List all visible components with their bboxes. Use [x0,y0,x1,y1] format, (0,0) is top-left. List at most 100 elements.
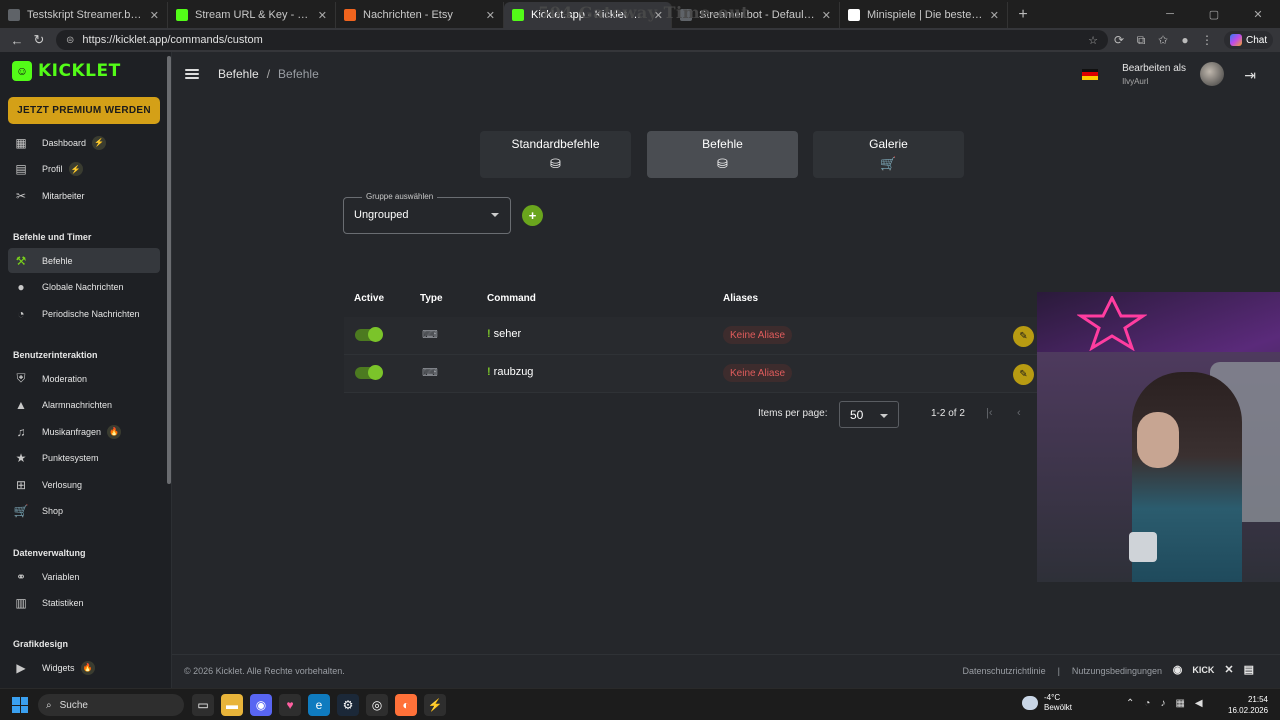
back-icon[interactable]: ← [6,29,28,51]
username: IlvyAurl [1122,76,1149,86]
browser-tab[interactable]: Minispiele | Die beste Software zur ✕ [840,2,1008,28]
logout-icon[interactable]: ⇥ [1244,67,1256,84]
close-tab-icon[interactable]: ✕ [150,9,159,22]
extensions-icon[interactable]: ⧉ [1130,30,1152,50]
sidebar-item-label: Variablen [42,571,80,582]
clock[interactable]: 21:54 16.02.2026 [1228,694,1268,716]
close-tab-icon[interactable]: ✕ [318,9,327,22]
windows-start-icon[interactable] [12,697,28,713]
active-toggle[interactable] [355,365,383,380]
tab-befehle[interactable]: Befehle ⛁ [647,131,798,178]
sidebar-item-dashboard[interactable]: ▦ Dashboard ⚡ [8,130,160,155]
sidebar-badge: 🔥 [107,424,122,439]
volume-icon[interactable]: ◀ [1195,698,1203,709]
group-select[interactable]: Gruppe auswählen Ungrouped [343,192,511,234]
sidebar-item-musikanfragen[interactable]: ♫ Musikanfragen 🔥 [8,419,160,444]
breadcrumb-root[interactable]: Befehle [218,67,259,81]
sidebar-item-label: Befehle [42,255,73,266]
cart-icon: 🛒 [880,156,897,171]
chevron-up-icon[interactable]: ⌃ [1126,698,1134,709]
premium-button[interactable]: JETZT PREMIUM WERDEN [8,97,160,124]
table-row[interactable]: ⌨ ! raubzug Keine Aliase ✎ [344,355,1038,393]
maximize-icon[interactable]: ▢ [1192,0,1236,28]
bookmark-star-icon[interactable]: ☆ [1088,34,1098,47]
close-window-icon[interactable]: ✕ [1236,0,1280,28]
discord-app-icon[interactable]: ◉ [250,694,272,716]
sidebar-item-verlosung[interactable]: ⊞ Verlosung [8,472,160,497]
privacy-link[interactable]: Datenschutzrichtlinie [963,666,1046,676]
favicon-icon [176,9,188,21]
browser-tab-title: Nachrichten - Etsy [363,9,453,21]
sidebar-item-globale-nachrichten[interactable]: ● Globale Nachrichten [8,275,160,300]
refresh-extension-icon[interactable]: ⟳ [1108,30,1130,50]
firefox-icon[interactable]: ◐ [395,694,417,716]
close-tab-icon[interactable]: ✕ [822,9,831,22]
network-icon[interactable]: ▦ [1175,698,1184,709]
table-row[interactable]: ⌨ ! seher Keine Aliase ✎ [344,317,1038,355]
sidebar-item-label: Widgets [42,662,75,673]
database-icon: ⛁ [717,156,728,171]
sidebar-item-profil[interactable]: ▤ Profil ⚡ [8,157,160,182]
sidebar-item-punktesystem[interactable]: ★ Punktesystem [8,446,160,471]
taskbar-search[interactable]: ⌕ Suche [38,694,184,716]
tray-app-icon[interactable]: ◔ [1144,698,1150,709]
sidebar-item-mitarbeiter[interactable]: ✂ Mitarbeiter [8,183,160,208]
menu-icon[interactable]: ⋮ [1196,30,1218,50]
obs-icon[interactable]: ◎ [366,694,388,716]
x-icon[interactable]: ✕ [1224,663,1233,677]
weather-widget[interactable]: -4°C Bewölkt [1022,693,1072,713]
sidebar-scrollbar[interactable] [167,56,171,484]
favorites-icon[interactable]: ✩ [1152,30,1174,50]
tab-galerie[interactable]: Galerie 🛒 [813,131,964,178]
reload-icon[interactable]: ↻ [28,29,50,51]
edit-icon[interactable]: ✎ [1013,326,1034,347]
task-view-icon[interactable]: ▭ [192,694,214,716]
sidebar-item-alarmnachrichten[interactable]: ▲ Alarmnachrichten [8,393,160,418]
sidebar-item-shop[interactable]: 🛒 Shop [8,499,160,524]
active-toggle[interactable] [355,327,383,342]
new-tab-icon[interactable]: + [1012,4,1034,26]
add-group-button[interactable]: + [522,205,543,226]
minimize-icon[interactable]: ─ [1148,0,1192,28]
clock-date: 16.02.2026 [1228,706,1269,715]
terms-link[interactable]: Nutzungsbedingungen [1072,666,1162,676]
browser-tab[interactable]: Stream URL & Key - Kick Dashboard ✕ [168,2,336,28]
browser-tab[interactable]: Nachrichten - Etsy ✕ [336,2,504,28]
browser-tab[interactable]: Testskript Streamer.bot Kick ✕ [0,2,168,28]
favicon-icon [512,9,524,21]
sidebar-item-befehle[interactable]: ⚒ Befehle [8,248,160,273]
avatar[interactable] [1200,62,1224,86]
aliases-badge: Keine Aliase [723,364,793,382]
copilot-chat-button[interactable]: Chat [1224,31,1274,49]
chat-label: Chat [1246,34,1268,46]
edit-icon[interactable]: ✎ [1013,364,1034,385]
microphone-icon[interactable]: ♪ [1160,698,1165,709]
sidebar-item-periodische-nachrichten[interactable]: ◔ Periodische Nachrichten [8,301,160,326]
user-menu[interactable]: Bearbeiten als IlvyAurl [1082,62,1224,86]
menu-toggle-icon[interactable] [185,69,199,79]
streamerbot-icon[interactable]: ⚡ [424,694,446,716]
profile-icon[interactable]: ● [1174,30,1196,50]
steam-icon[interactable]: ⚙ [337,694,359,716]
sidebar-item-widgets[interactable]: ▶ Widgets 🔥 [8,655,160,680]
site-info-icon[interactable]: ⊜ [66,35,74,46]
close-tab-icon[interactable]: ✕ [990,9,999,22]
discord-icon[interactable]: ◉ [1173,663,1183,677]
sidebar-item-variablen[interactable]: ⚭ Variablen [8,564,160,589]
url-field[interactable]: ⊜ https://kicklet.app/commands/custom ☆ [56,30,1108,50]
sidebar-item-moderation[interactable]: ⛨ Moderation [8,366,160,391]
previous-page-icon[interactable]: ‹ [1017,407,1021,419]
sidebar-item-statistiken[interactable]: ▥ Statistiken [8,591,160,616]
explorer-icon[interactable]: ▬ [221,694,243,716]
close-tab-icon[interactable]: ✕ [486,9,495,22]
app-icon[interactable]: ♥ [279,694,301,716]
docs-icon[interactable]: ▤ [1244,663,1254,677]
kick-icon[interactable]: KICK [1192,663,1214,677]
kicklet-logo[interactable]: ☺ KICKLET [12,61,121,81]
german-flag-icon[interactable] [1082,68,1099,80]
items-per-page-select[interactable]: 50 [839,401,899,428]
edge-icon[interactable]: e [308,694,330,716]
footer-divider: | [1057,666,1060,676]
tab-standardbefehle[interactable]: Standardbefehle ⛁ [480,131,631,178]
first-page-icon[interactable]: |‹ [986,407,993,419]
